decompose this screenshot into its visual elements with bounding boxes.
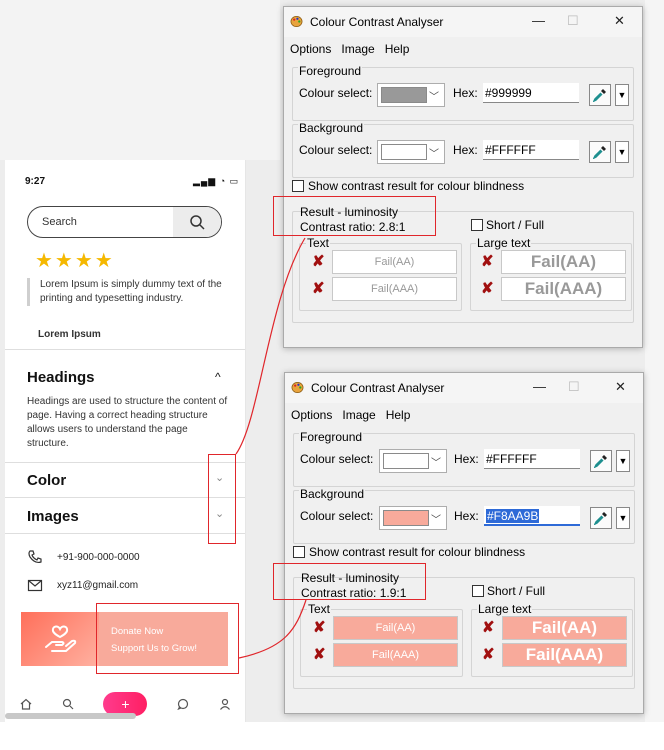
connector-line-2 <box>238 599 307 659</box>
connector-line-1 <box>235 237 306 455</box>
annotation-connectors <box>235 237 307 659</box>
